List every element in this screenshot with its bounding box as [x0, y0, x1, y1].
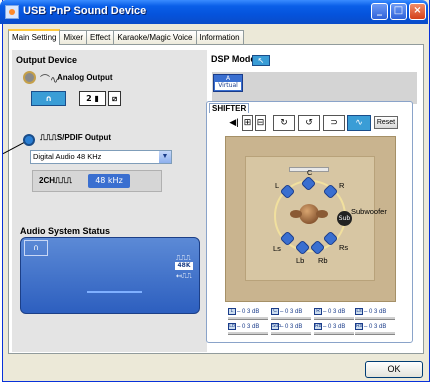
speaker-ls-label: Ls [273, 244, 281, 253]
rotate-cw-icon[interactable]: ↻ [273, 115, 295, 131]
level-sub: Sub– 0 3 dB [271, 323, 303, 331]
level-r: R – 0 3 dB [314, 308, 345, 315]
wave-mode-icon[interactable]: ∿ [347, 115, 371, 131]
level-rb: Rb – 0 3 dB [314, 323, 346, 331]
speaker-l-label: L [275, 181, 280, 190]
speaker-rs-label: Rs [339, 243, 349, 252]
title-bar[interactable]: USB PnP Sound Device _ □ × [0, 0, 428, 24]
speaker-lb-label: Lb [296, 256, 305, 265]
status-rate-badge: 48K [175, 262, 193, 270]
headphone-status-icon: ∩ [24, 240, 48, 256]
listener-ear-right [316, 210, 328, 218]
window-title: USB PnP Sound Device [23, 5, 147, 17]
reset-button[interactable]: Reset [374, 116, 398, 129]
expand-icon[interactable]: ⊃ [323, 115, 345, 131]
level-l-slider[interactable] [228, 317, 268, 320]
level-c-slider[interactable] [271, 317, 311, 320]
subwoofer-label: Subwoofer [351, 207, 387, 216]
tab-information[interactable]: Information [195, 30, 244, 45]
channel-label: 2CH⎍⎍⎍ [39, 176, 72, 185]
minus-grid-icon[interactable]: ⊟ [255, 115, 266, 131]
tab-main-setting[interactable]: Main Setting [8, 29, 61, 45]
speaker-r-label: R [339, 181, 345, 190]
two-speaker-button[interactable]: 2 ▮ [79, 91, 106, 106]
speaker-config-icon[interactable]: ⧄ [108, 91, 121, 106]
chevron-down-icon[interactable]: ▼ [159, 151, 171, 163]
speaker-c-label: C [307, 168, 313, 177]
tab-karaoke[interactable]: Karaoke/Magic Voice [113, 30, 197, 45]
level-ls: Ls – 0 3 dB [355, 308, 387, 316]
rotate-ccw-icon[interactable]: ↺ [298, 115, 320, 131]
app-icon [5, 5, 19, 19]
virtual-label: Virtual [215, 82, 241, 90]
listener-ear-left [290, 210, 302, 218]
shifter-tab: SHIFTER [209, 103, 250, 113]
spdif-output-label: ⎍⎍⎍S/PDIF Output [40, 133, 112, 142]
sample-rate-badge: 48 kHz [88, 174, 130, 188]
maximize-button[interactable]: □ [390, 3, 407, 20]
subwoofer-icon[interactable]: Sub [337, 211, 352, 226]
level-sub-slider[interactable] [271, 332, 311, 335]
speaker-mute-icon[interactable]: ◀ǀ [228, 116, 240, 132]
plus-grid-icon[interactable]: ⊞ [242, 115, 253, 131]
digital-out-icon: ↤⎍⎍ [176, 272, 192, 280]
status-progress-line [87, 291, 142, 293]
speaker-rb-label: Rb [318, 256, 328, 265]
level-lb: Lb – 0 3 dB [228, 323, 260, 331]
audio-status-title: Audio System Status [20, 226, 111, 236]
close-button[interactable]: × [409, 3, 426, 20]
tab-bar: Main Setting Mixer Effect Karaoke/Magic … [8, 29, 244, 45]
dsp-mode-button[interactable]: ↖ [252, 55, 270, 66]
tab-mixer[interactable]: Mixer [59, 30, 88, 45]
level-r-slider[interactable] [314, 317, 354, 320]
output-device-title: Output Device [16, 55, 78, 65]
minimize-button[interactable]: _ [371, 3, 388, 20]
speaker-icon [23, 71, 36, 84]
spdif-radio[interactable] [23, 134, 35, 146]
spdif-format-select[interactable]: Digital Audio 48 KHz ▼ [30, 150, 172, 164]
headphone-button[interactable]: ∩ [31, 91, 66, 106]
level-rb-slider[interactable] [314, 332, 354, 335]
level-lb-slider[interactable] [228, 332, 268, 335]
ok-button[interactable]: OK [365, 361, 423, 378]
virtual-mode-button[interactable]: A Virtual [213, 74, 243, 92]
analog-wave-icon: ⌒∿ [40, 75, 59, 86]
analog-output-label: Analog Output [57, 73, 113, 82]
level-rs-slider[interactable] [355, 332, 395, 335]
level-rs: Rs – 0 3 dB [355, 323, 387, 331]
level-l: L – 0 3 dB [228, 308, 259, 315]
tab-effect[interactable]: Effect [86, 30, 115, 45]
dsp-mode-title: DSP Mode [211, 54, 256, 64]
level-ls-slider[interactable] [355, 317, 395, 320]
level-c: C – 0 3 dB [271, 308, 302, 315]
